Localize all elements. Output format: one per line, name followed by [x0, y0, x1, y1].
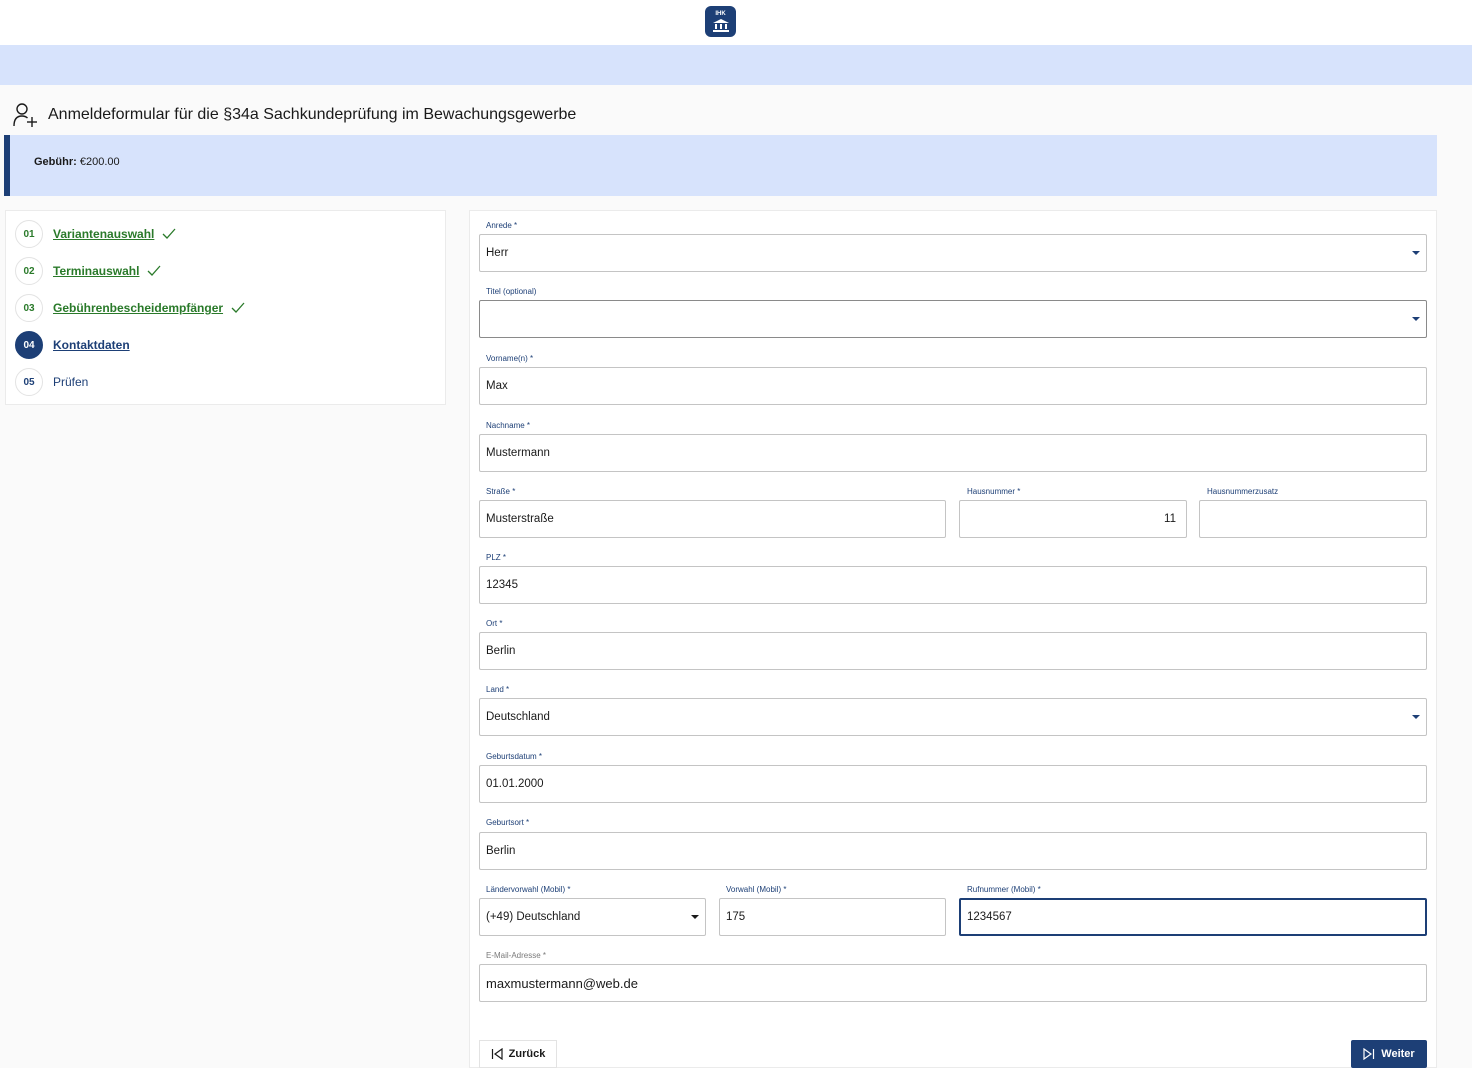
geburtsdatum-label: Geburtsdatum * [486, 752, 543, 761]
anrede-label: Anrede * [486, 221, 518, 230]
page-title: Anmeldeformular für die §34a Sachkundepr… [48, 106, 577, 123]
vorname-input[interactable]: Max [479, 367, 1427, 405]
strasse-label: Straße * [486, 487, 516, 496]
header-band [0, 45, 1472, 85]
caret-down-icon [1412, 317, 1420, 321]
check-icon [231, 302, 245, 313]
laendervorwahl-value: (+49) Deutschland [486, 911, 581, 923]
fee-label: Gebühr: [34, 156, 77, 168]
ort-label: Ort * [486, 619, 503, 628]
land-value: Deutschland [486, 711, 550, 723]
email-input[interactable]: maxmustermann@web.de [479, 964, 1427, 1002]
step-number: 04 [15, 331, 43, 359]
step-kontaktdaten[interactable]: 04 Kontaktdaten [15, 331, 130, 359]
step-link[interactable]: Variantenauswahl [53, 227, 154, 241]
hausnummer-label: Hausnummer * [967, 487, 1021, 496]
nachname-input[interactable]: Mustermann [479, 434, 1427, 472]
geburtsdatum-value: 01.01.2000 [486, 778, 544, 790]
step-gebuehrenbescheidempfaenger[interactable]: 03 Gebührenbescheidempfänger [15, 294, 245, 322]
geburtsort-input[interactable]: Berlin [479, 832, 1427, 870]
strasse-value: Musterstraße [486, 513, 554, 525]
back-button[interactable]: Zurück [479, 1040, 557, 1068]
next-label: Weiter [1381, 1048, 1415, 1060]
page-title-row: Anmeldeformular für die §34a Sachkundepr… [12, 100, 576, 130]
vorname-value: Max [486, 380, 508, 392]
step-variantenauswahl[interactable]: 01 Variantenauswahl [15, 220, 176, 248]
vorwahl-value: 175 [726, 911, 746, 923]
hausnummerzusatz-input[interactable] [1199, 500, 1427, 538]
geburtsdatum-input[interactable]: 01.01.2000 [479, 765, 1427, 803]
titel-label: Titel (optional) [486, 287, 537, 296]
hausnummer-value: 11 [1164, 513, 1176, 525]
check-icon [162, 228, 176, 239]
fee-banner: Gebühr: €200.00 [4, 135, 1437, 196]
anrede-select[interactable]: Herr [479, 234, 1427, 272]
rufnummer-input[interactable]: 1234567 [959, 898, 1427, 936]
step-label: Prüfen [53, 375, 89, 389]
logo-text: IHK [715, 11, 726, 17]
check-icon [148, 265, 161, 276]
fee-value: €200.00 [79, 156, 120, 168]
vorwahl-label: Vorwahl (Mobil) * [726, 885, 787, 894]
hausnummer-input[interactable]: 11 [959, 500, 1187, 538]
nachname-label: Nachname * [486, 421, 531, 430]
rufnummer-label: Rufnummer (Mobil) * [967, 885, 1041, 894]
skip-back-icon [491, 1048, 503, 1060]
laendervorwahl-label: Ländervorwahl (Mobil) * [486, 885, 571, 894]
plz-label: PLZ * [486, 553, 507, 562]
ort-value: Berlin [486, 645, 516, 657]
top-bar: IHK [0, 0, 1472, 45]
geburtsort-label: Geburtsort * [486, 818, 530, 827]
step-number: 05 [15, 368, 43, 396]
geburtsort-value: Berlin [486, 845, 516, 857]
vorwahl-input[interactable]: 175 [719, 898, 946, 936]
titel-select[interactable] [479, 300, 1427, 338]
email-label: E-Mail-Adresse * [486, 951, 547, 960]
vorname-label: Vorname(n) * [486, 354, 534, 363]
step-number: 03 [15, 294, 43, 322]
plz-value: 12345 [486, 579, 518, 591]
add-user-icon [13, 103, 37, 127]
back-label: Zurück [508, 1048, 546, 1060]
email-value: maxmustermann@web.de [486, 975, 638, 991]
plz-input[interactable]: 12345 [479, 566, 1427, 604]
caret-down-icon [1412, 251, 1420, 255]
step-navigation: 01 Variantenauswahl 02 Terminauswahl 03 … [5, 210, 446, 405]
step-link[interactable]: Terminauswahl [53, 264, 139, 278]
land-label: Land * [486, 685, 510, 694]
fee-text: Gebühr: €200.00 [34, 156, 120, 168]
nachname-value: Mustermann [486, 447, 550, 459]
laendervorwahl-select[interactable]: (+49) Deutschland [479, 898, 706, 936]
anrede-value: Herr [486, 247, 509, 259]
rufnummer-value: 1234567 [967, 911, 1012, 923]
next-button[interactable]: Weiter [1351, 1040, 1427, 1068]
building-icon [712, 19, 729, 32]
step-number: 02 [15, 257, 43, 285]
zusatz-label: Hausnummerzusatz [1207, 487, 1279, 496]
step-link[interactable]: Gebührenbescheidempfänger [53, 301, 223, 315]
strasse-input[interactable]: Musterstraße [479, 500, 946, 538]
caret-down-icon [691, 915, 699, 919]
step-terminauswahl[interactable]: 02 Terminauswahl [15, 257, 161, 285]
skip-forward-icon [1363, 1048, 1375, 1060]
ort-input[interactable]: Berlin [479, 632, 1427, 670]
step-number: 01 [15, 220, 43, 248]
step-link[interactable]: Kontaktdaten [53, 338, 130, 352]
land-select[interactable]: Deutschland [479, 698, 1427, 736]
step-pruefen: 05 Prüfen [15, 368, 88, 396]
caret-down-icon [1412, 715, 1420, 719]
ihk-logo[interactable]: IHK [705, 6, 736, 37]
